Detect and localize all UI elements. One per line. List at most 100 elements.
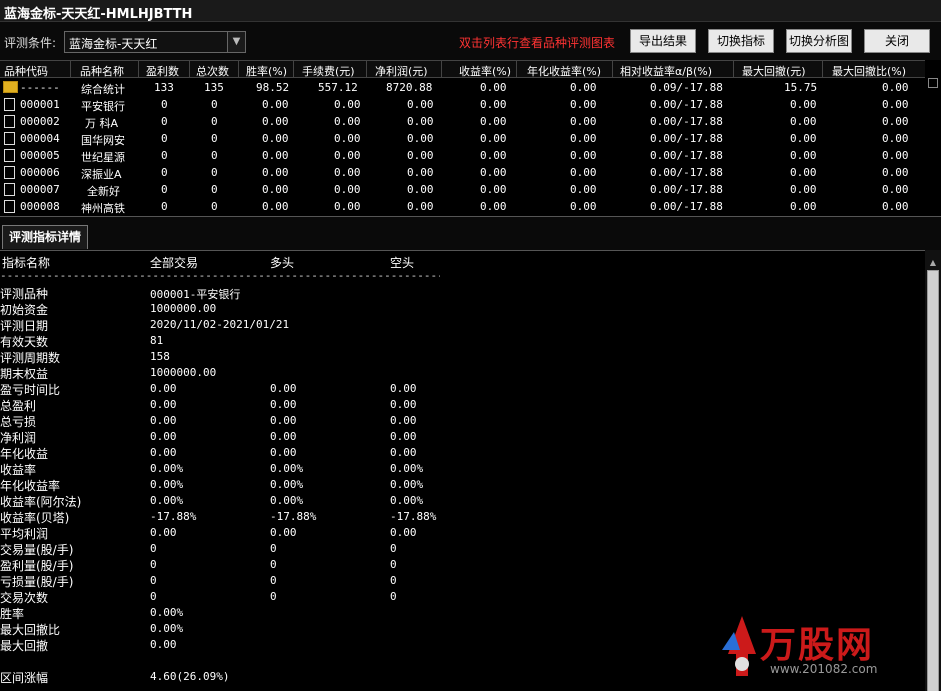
cell-total-count: 0 [211,183,218,196]
table-row[interactable]: 000008 神州高铁 0 0 0.00 0.00 0.00 0.00 0.00… [0,198,925,215]
cell-alpha-beta: 0.00/-17.88 [650,132,723,145]
table-row[interactable]: 000006 深振业A 0 0 0.00 0.00 0.00 0.00 0.00… [0,164,925,181]
detail-value: 0.00% [390,478,424,491]
detail-value: 0.00 [390,398,417,411]
column-header[interactable]: 品种名称 [80,63,124,79]
scroll-thumb[interactable] [927,270,939,691]
cell-net-profit: 8720.88 [386,81,433,94]
column-divider[interactable] [238,61,239,77]
cell-max-drawdown-ratio: 0.00 [882,98,909,111]
chevron-down-icon[interactable]: ▼ [227,32,245,52]
column-header[interactable]: 胜率(%) [246,63,287,79]
detail-value: 0.00 [390,414,417,427]
cell-alpha-beta: 0.00/-17.88 [650,98,723,111]
cell-max-drawdown-ratio: 0.00 [882,115,909,128]
table-row[interactable]: 000007 全新好 0 0 0.00 0.00 0.00 0.00 0.00 … [0,181,925,198]
cell-code: 000006 [20,166,60,179]
column-divider[interactable] [189,61,190,77]
folder-icon [3,81,18,93]
detail-value: -17.88% [390,510,437,523]
column-header[interactable]: 总次数 [196,63,229,79]
cell-annual-return: 0.00 [570,166,597,179]
switch-indicator-button[interactable]: 切换指标 [708,29,774,53]
column-divider[interactable] [733,61,734,77]
cell-fee: 0.00 [334,166,361,179]
column-header[interactable]: 最大回撤比(%) [832,63,906,79]
table-row[interactable]: 000002 万 科A 0 0 0.00 0.00 0.00 0.00 0.00… [0,113,925,130]
column-header[interactable]: 手续费(元) [302,63,355,79]
cell-name: 国华网安 [81,134,125,147]
detail-label: 净利润 [0,431,37,445]
column-header[interactable]: 盈利数 [146,63,179,79]
table-row[interactable]: 000001 平安银行 0 0 0.00 0.00 0.00 0.00 0.00… [0,96,925,113]
cell-max-drawdown: 15.75 [784,81,818,94]
detail-label: 盈亏时间比 [0,383,61,397]
detail-value: 0 [270,590,277,603]
column-divider[interactable] [70,61,71,77]
column-divider[interactable] [612,61,613,77]
column-divider[interactable] [441,61,442,77]
detail-value: 0.00 [390,430,417,443]
cell-annual-return: 0.00 [570,115,597,128]
table-row[interactable]: 000004 国华网安 0 0 0.00 0.00 0.00 0.00 0.00… [0,130,925,147]
cell-win-rate: 0.00 [262,98,289,111]
column-header[interactable]: 年化收益率(%) [527,63,601,79]
detail-value: 0.00 [270,526,297,539]
table-row[interactable]: ------ 综合统计 133 135 98.52 557.12 8720.88… [0,79,925,96]
cell-net-profit: 0.00 [407,200,434,213]
cell-max-drawdown-ratio: 0.00 [882,166,909,179]
column-divider[interactable] [138,61,139,77]
cell-code: 000007 [20,183,60,196]
switch-chart-button[interactable]: 切换分析图 [786,29,852,53]
detail-label: 总盈利 [0,399,37,413]
cell-code: 000005 [20,149,60,162]
cell-name: 世纪星源 [81,151,125,164]
detail-value: 0.00 [150,446,177,459]
document-icon [4,166,15,179]
cell-net-profit: 0.00 [407,98,434,111]
column-divider[interactable] [366,61,367,77]
toolbar: 评测条件: 蓝海金标-天天红 ▼ 双击列表行查看品种评测图表 导出结果 切换指标… [0,22,941,60]
document-icon [4,98,15,111]
range-label: 区间涨幅 [0,671,49,685]
condition-value: 蓝海金标-天天红 [69,37,158,51]
cell-net-profit: 0.00 [407,183,434,196]
cell-code: 000008 [20,200,60,213]
window-title: 蓝海金标-天天红-HMLHJBTTH [4,7,193,22]
detail-value: 0.00% [270,478,304,491]
cell-max-drawdown: 0.00 [790,98,817,111]
detail-label: 评测品种 [0,287,49,301]
condition-select[interactable]: 蓝海金标-天天红 ▼ [64,31,246,53]
close-button[interactable]: 关闭 [864,29,930,53]
cell-code: 000002 [20,115,60,128]
cell-net-profit: 0.00 [407,115,434,128]
cell-alpha-beta: 0.09/-17.88 [650,81,723,94]
table-scroll-area[interactable] [925,60,941,214]
detail-label: 收益率(阿尔法) [0,495,82,509]
detail-value: 0.00 [270,382,297,395]
tab-indicator-details[interactable]: 评测指标详情 [2,225,88,249]
column-header[interactable]: 最大回撤(元) [742,63,806,79]
column-divider[interactable] [822,61,823,77]
cell-alpha-beta: 0.00/-17.88 [650,115,723,128]
cell-fee: 0.00 [334,115,361,128]
column-header[interactable]: 品种代码 [4,63,48,79]
cell-win-rate: 0.00 [262,132,289,145]
column-header[interactable]: 收益率(%) [459,63,511,79]
column-header[interactable]: 相对收益率α/β(%) [620,63,712,79]
cell-profit-count: 0 [161,115,168,128]
cell-alpha-beta: 0.00/-17.88 [650,200,723,213]
column-divider[interactable] [516,61,517,77]
cell-alpha-beta: 0.00/-17.88 [650,166,723,179]
column-header[interactable]: 净利润(元) [375,63,428,79]
export-button[interactable]: 导出结果 [630,29,696,53]
checkbox[interactable] [928,78,938,88]
detail-label: 平均利润 [0,527,49,541]
cell-name: 全新好 [87,185,120,198]
detail-label: 年化收益率 [0,479,61,493]
scroll-up-icon[interactable]: ▲ [927,258,939,268]
vertical-scrollbar[interactable]: ▲ [925,250,941,691]
table-row[interactable]: 000005 世纪星源 0 0 0.00 0.00 0.00 0.00 0.00… [0,147,925,164]
column-divider[interactable] [293,61,294,77]
cell-win-rate: 98.52 [256,81,290,94]
